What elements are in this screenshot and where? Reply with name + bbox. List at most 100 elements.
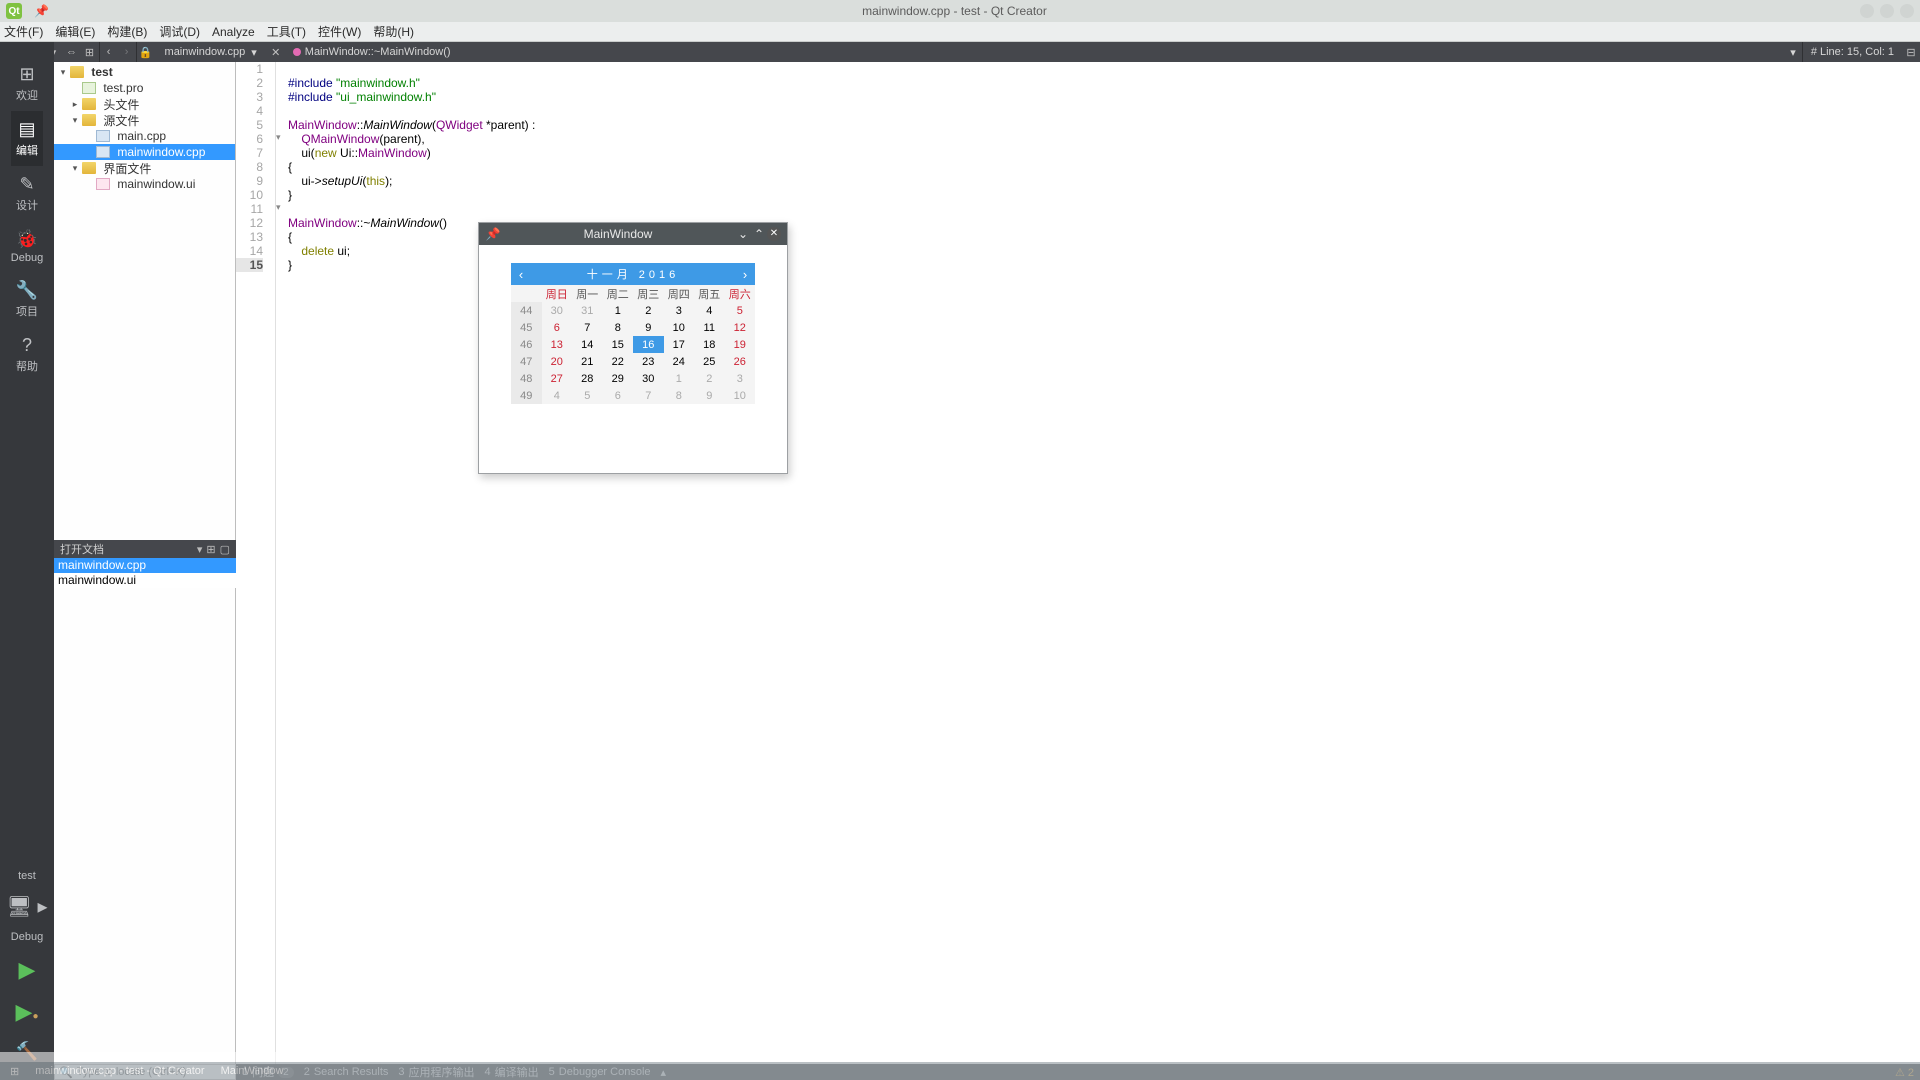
- calendar-day[interactable]: 12: [725, 319, 756, 336]
- menu-debug[interactable]: 调试(D): [159, 23, 200, 40]
- pin-icon[interactable]: 📌: [34, 4, 49, 18]
- calendar-day[interactable]: 18: [694, 336, 725, 353]
- calendar-day[interactable]: 7: [633, 387, 664, 404]
- calendar-day[interactable]: 9: [633, 319, 664, 336]
- tree-sources-folder[interactable]: ▾ 源文件: [54, 112, 235, 128]
- calendar-day[interactable]: 20: [542, 353, 573, 370]
- calendar-day[interactable]: 5: [572, 387, 603, 404]
- tree-forms-folder[interactable]: ▾ 界面文件: [54, 160, 235, 176]
- tree-mainwindow-cpp[interactable]: mainwindow.cpp: [54, 144, 235, 160]
- activity-欢迎[interactable]: ⊞欢迎: [11, 56, 43, 111]
- close-pane-icon[interactable]: ▢: [220, 543, 230, 556]
- chevron-up-icon[interactable]: ⌃: [751, 227, 767, 241]
- calendar-day[interactable]: 30: [542, 302, 573, 319]
- fold-column[interactable]: ▾ ▾: [276, 62, 288, 1064]
- taskbar-entry-qtcreator[interactable]: mainwindow.cpp - test - Qt Creator: [35, 1065, 204, 1077]
- kit-monitor-icon[interactable]: 🖥 ▸: [0, 888, 54, 925]
- calendar-day[interactable]: 3: [725, 370, 756, 387]
- calendar-month-label[interactable]: 十一月 2016: [531, 266, 735, 282]
- file-combo[interactable]: mainwindow.cpp ▾: [155, 46, 267, 59]
- calendar-day[interactable]: 7: [572, 319, 603, 336]
- activity-编辑[interactable]: ▤编辑: [11, 111, 43, 166]
- calendar-prev-month[interactable]: ‹: [511, 267, 531, 282]
- pin-icon[interactable]: 📌: [485, 227, 501, 241]
- taskbar-entry-mainwindow[interactable]: MainWindow: [221, 1065, 284, 1077]
- menu-edit[interactable]: 编辑(E): [55, 23, 95, 40]
- calendar-day[interactable]: 14: [572, 336, 603, 353]
- activity-设计[interactable]: ✎设计: [11, 166, 43, 221]
- menu-widgets[interactable]: 控件(W): [318, 23, 361, 40]
- code-editor[interactable]: 123456789101112131415 ▾ ▾ #include "main…: [236, 62, 1920, 1064]
- symbol-combo-end[interactable]: ▾: [1784, 42, 1803, 62]
- calendar-day[interactable]: 6: [542, 319, 573, 336]
- minimize-icon[interactable]: [1860, 4, 1874, 18]
- calendar-day[interactable]: 25: [694, 353, 725, 370]
- tree-headers-folder[interactable]: ▸ 头文件: [54, 96, 235, 112]
- activity-Debug[interactable]: 🐞Debug: [11, 221, 43, 272]
- calendar-day[interactable]: 31: [572, 302, 603, 319]
- maximize-icon[interactable]: [1880, 4, 1894, 18]
- calendar-day[interactable]: 10: [664, 319, 695, 336]
- calendar-day[interactable]: 6: [603, 387, 634, 404]
- lock-icon[interactable]: 🔒: [137, 42, 155, 62]
- calendar-day[interactable]: 30: [633, 370, 664, 387]
- calendar-day[interactable]: 17: [664, 336, 695, 353]
- fold-marker-icon[interactable]: ▾: [276, 132, 281, 143]
- tree-mainwindow-ui[interactable]: mainwindow.ui: [54, 176, 235, 192]
- line-col-indicator[interactable]: # Line: 15, Col: 1: [1803, 46, 1902, 58]
- calendar-day[interactable]: 4: [694, 302, 725, 319]
- calendar-day[interactable]: 2: [633, 302, 664, 319]
- split-icon[interactable]: ⊞: [81, 42, 99, 62]
- calendar-day[interactable]: 19: [725, 336, 756, 353]
- calendar-day[interactable]: 27: [542, 370, 573, 387]
- tree-pro-file[interactable]: test.pro: [54, 80, 235, 96]
- calendar-day[interactable]: 16: [633, 336, 664, 353]
- calendar-day[interactable]: 4: [542, 387, 573, 404]
- calendar-day[interactable]: 3: [664, 302, 695, 319]
- activity-帮助[interactable]: ?帮助: [11, 327, 43, 382]
- calendar-day[interactable]: 26: [725, 353, 756, 370]
- menu-build[interactable]: 构建(B): [107, 23, 147, 40]
- menu-file[interactable]: 文件(F): [4, 23, 43, 40]
- calendar-day[interactable]: 24: [664, 353, 695, 370]
- calendar-day[interactable]: 21: [572, 353, 603, 370]
- fold-marker-icon[interactable]: ▾: [276, 202, 281, 213]
- split-right-icon[interactable]: ⊟: [1902, 42, 1920, 62]
- nav-back-icon[interactable]: ‹: [100, 42, 118, 62]
- chevron-down-icon[interactable]: ⌄: [735, 227, 751, 241]
- symbol-crumb[interactable]: MainWindow::~MainWindow(): [285, 42, 459, 62]
- calendar-day[interactable]: 8: [664, 387, 695, 404]
- calendar-day[interactable]: 1: [664, 370, 695, 387]
- calendar-day[interactable]: 11: [694, 319, 725, 336]
- close-icon[interactable]: [1900, 4, 1914, 18]
- split-icon[interactable]: ⊞: [206, 543, 215, 556]
- menu-help[interactable]: 帮助(H): [373, 23, 414, 40]
- calendar-day[interactable]: 8: [603, 319, 634, 336]
- open-doc-mainwindow-cpp[interactable]: mainwindow.cpp: [54, 558, 236, 573]
- running-app-titlebar[interactable]: 📌 MainWindow ⌄ ⌃ ✕: [479, 223, 787, 245]
- kit-name[interactable]: test: [0, 864, 54, 888]
- calendar-day[interactable]: 5: [725, 302, 756, 319]
- calendar-day[interactable]: 23: [633, 353, 664, 370]
- activity-项目[interactable]: 🔧项目: [11, 272, 43, 327]
- running-app-window[interactable]: 📌 MainWindow ⌄ ⌃ ✕ ‹ 十一月 2016 › 周日周一周二周三…: [478, 222, 788, 474]
- run-debug-button[interactable]: ▶●: [0, 991, 54, 1033]
- calendar-day[interactable]: 29: [603, 370, 634, 387]
- close-icon[interactable]: ✕: [767, 227, 781, 241]
- tree-root[interactable]: ▾ test: [54, 64, 235, 80]
- link-icon[interactable]: ⇔: [63, 42, 81, 62]
- calendar-day[interactable]: 28: [572, 370, 603, 387]
- calendar-day[interactable]: 13: [542, 336, 573, 353]
- chevron-down-icon[interactable]: ▾: [197, 543, 203, 556]
- open-doc-mainwindow-ui[interactable]: mainwindow.ui: [54, 573, 236, 588]
- close-file-icon[interactable]: ✕: [267, 42, 285, 62]
- calendar-day[interactable]: 2: [694, 370, 725, 387]
- calendar-widget[interactable]: ‹ 十一月 2016 › 周日周一周二周三周四周五周六 443031123454…: [511, 263, 755, 404]
- run-button[interactable]: ▶: [0, 949, 54, 991]
- menu-analyze[interactable]: Analyze: [212, 25, 255, 39]
- calendar-next-month[interactable]: ›: [735, 267, 755, 282]
- calendar-day[interactable]: 15: [603, 336, 634, 353]
- menu-tools[interactable]: 工具(T): [267, 23, 306, 40]
- calendar-day[interactable]: 9: [694, 387, 725, 404]
- calendar-day[interactable]: 10: [725, 387, 756, 404]
